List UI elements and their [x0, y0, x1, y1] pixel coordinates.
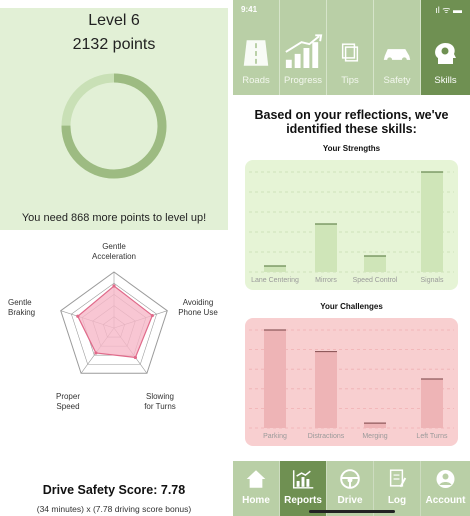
bar: [364, 423, 386, 428]
bar: [364, 256, 386, 272]
strengths-chart-svg: [249, 171, 454, 273]
tab-reports[interactable]: Reports: [280, 461, 327, 516]
status-icons: ıl ᯤ ▬: [435, 5, 462, 15]
bar: [315, 351, 337, 428]
bottom-navigation: Home Reports Drive Log Account: [233, 461, 470, 516]
radar-label-gentle-acceleration: Gentle Acceleration: [91, 242, 137, 261]
bar: [264, 266, 286, 272]
radar-chart: Gentle Acceleration Avoiding Phone Use S…: [0, 236, 228, 416]
tab-log[interactable]: Log: [374, 461, 421, 516]
score-formula: (34 minutes) x (7.78 driving score bonus…: [36, 504, 192, 514]
radar-data-area: [77, 285, 154, 359]
steering-wheel-icon: [340, 469, 360, 489]
tab-label: Tips: [341, 75, 359, 86]
level-progress-ring: [61, 73, 167, 179]
radar-point: [112, 284, 116, 288]
challenges-title: Your Challenges: [320, 302, 383, 311]
tips-icon: [341, 43, 359, 62]
x-tick-label: Signals: [420, 277, 444, 284]
tab-drive[interactable]: Drive: [327, 461, 374, 516]
radar-svg: [60, 271, 168, 374]
radar-point: [133, 355, 137, 360]
car-icon: [383, 49, 411, 63]
brain-head-icon: [435, 43, 456, 64]
bar: [264, 330, 286, 428]
bar: [421, 379, 443, 428]
levelup-message: You need 868 more points to level up!: [21, 212, 207, 224]
phone-screen: Roads Progress Tips Safety Skills 9:41 ı…: [233, 0, 470, 516]
tab-label: Log: [387, 495, 407, 506]
drive-safety-score: Drive Safety Score: 7.78: [42, 483, 186, 497]
challenges-chart: Parking Distractions Merging Left Turns: [245, 318, 458, 446]
tab-label: Home: [242, 495, 270, 506]
tab-label: Drive: [337, 495, 363, 506]
radar-label-avoiding-phone-use: Avoiding Phone Use: [178, 298, 218, 317]
tab-label: Reports: [284, 495, 322, 506]
radar-label-proper-speed: Proper Speed: [55, 392, 80, 411]
radar-label-slowing-for-turns: Slowing for Turns: [144, 392, 176, 411]
x-tick-label: Speed Control: [352, 277, 398, 284]
tab-label: Skills: [434, 75, 457, 86]
reports-icon: [292, 470, 314, 489]
tab-home[interactable]: Home: [233, 461, 280, 516]
tab-progress[interactable]: Progress: [280, 0, 327, 95]
tab-tips[interactable]: Tips: [327, 0, 374, 95]
left-panel: Level 6 2132 points You need 868 more po…: [0, 0, 228, 516]
tab-label: Account: [425, 495, 466, 506]
x-tick-label: Merging: [362, 433, 388, 440]
level-card: Level 6 2132 points You need 868 more po…: [0, 8, 228, 230]
chart-up-icon: [285, 34, 323, 68]
challenges-chart-svg: [249, 329, 454, 429]
tab-label: Safety: [383, 75, 411, 86]
tab-label: Roads: [242, 75, 270, 86]
radar-label-gentle-braking: Gentle Braking: [8, 298, 36, 317]
strengths-chart: Lane Centering Mirrors Speed Control Signal…: [245, 160, 458, 290]
home-icon: [246, 470, 266, 488]
level-title: Level 6: [88, 12, 140, 29]
points-total: 2132 points: [72, 36, 156, 53]
x-tick-label: Left Turns: [416, 433, 448, 440]
status-time: 9:41: [241, 5, 258, 14]
skills-headline: Based on your reflections, we've identif…: [254, 108, 449, 136]
home-indicator: [309, 510, 395, 513]
radar-point: [76, 314, 80, 318]
top-navigation: Roads Progress Tips Safety Skills 9:41 ı…: [233, 0, 470, 95]
log-icon: [389, 469, 407, 488]
road-icon: [243, 40, 269, 66]
tab-label: Progress: [283, 75, 322, 86]
account-icon: [436, 470, 455, 488]
bar: [421, 172, 443, 272]
radar-point: [150, 313, 154, 318]
bar: [315, 224, 337, 272]
radar-point: [94, 351, 98, 355]
tab-roads[interactable]: Roads: [233, 0, 280, 95]
tab-safety[interactable]: Safety: [374, 0, 421, 95]
strengths-title: Your Strengths: [322, 144, 381, 153]
tab-account[interactable]: Account: [421, 461, 470, 516]
